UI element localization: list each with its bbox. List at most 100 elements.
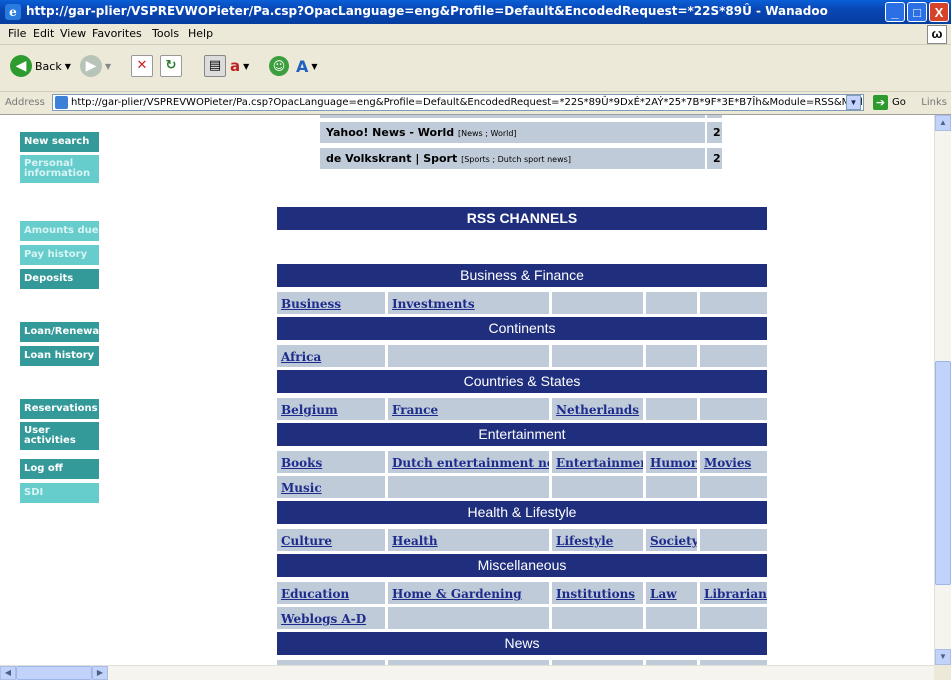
translate-button[interactable]: a ▼ <box>230 53 249 79</box>
rss-cell: Belgium <box>277 398 385 420</box>
forward-button[interactable]: ▶ ▼ <box>80 53 111 79</box>
nav-deposits[interactable]: Deposits <box>20 269 99 289</box>
nav-log-off[interactable]: Log off <box>20 459 99 479</box>
links-button[interactable]: Links <box>921 97 947 108</box>
rss-channel-link[interactable]: Librarians <box>704 587 767 601</box>
rss-cell <box>552 292 643 314</box>
back-button[interactable]: ◀ Back ▼ <box>10 53 71 79</box>
rss-cell: Culture <box>277 529 385 551</box>
feed-item[interactable]: de Volkskrant | Sport [Sports ; Dutch sp… <box>320 148 705 169</box>
rss-channel-link[interactable]: Africa <box>281 350 321 364</box>
horizontal-scroll-thumb[interactable] <box>16 666 92 680</box>
vertical-scrollbar[interactable]: ▲ ▼ <box>934 115 951 665</box>
rss-cell <box>552 476 643 498</box>
feed-item[interactable]: Yahoo! News - World [News ; World] <box>320 122 705 143</box>
vertical-scroll-thumb[interactable] <box>935 361 951 585</box>
rss-channel-link[interactable]: Health <box>392 534 438 548</box>
menu-bar: File Edit View Favorites Tools Help ω <box>0 24 951 45</box>
maximize-button[interactable]: □ <box>907 2 927 22</box>
rss-group-header: Countries & States <box>277 370 767 393</box>
rss-channel-link[interactable]: Culture <box>281 534 332 548</box>
rss-cell: Health <box>388 529 549 551</box>
rss-cell: Humor <box>646 451 697 473</box>
rss-cell: Dutch entertainment news <box>388 451 549 473</box>
ie-logo-icon: e <box>5 4 21 20</box>
scroll-right-button[interactable]: ▶ <box>92 666 108 680</box>
page-icon <box>55 96 68 109</box>
rss-channel-link[interactable]: Business <box>281 297 341 311</box>
rss-channel-link[interactable]: Belgium <box>281 403 338 417</box>
nav-loan-history[interactable]: Loan history <box>20 346 99 366</box>
rss-channel-link[interactable]: Investments <box>392 297 475 311</box>
rss-channel-link[interactable]: Dutch entertainment news <box>392 456 549 470</box>
rss-channel-link[interactable]: Institutions <box>556 587 635 601</box>
rss-channels-header: RSS CHANNELS <box>277 207 767 230</box>
feed-count: 2 <box>707 148 722 169</box>
refresh-button[interactable]: ↻ <box>160 53 182 79</box>
rss-channel-link[interactable]: Music <box>281 481 322 495</box>
address-input[interactable]: http://gar-plier/VSPREVWOPieter/Pa.csp?O… <box>52 94 864 111</box>
rss-cell <box>700 398 767 420</box>
rss-channel-link[interactable]: Education <box>281 587 349 601</box>
rss-cell: France <box>388 398 549 420</box>
menu-edit[interactable]: Edit <box>33 27 54 40</box>
print-button[interactable]: ▤ <box>204 53 226 79</box>
rss-cell: Lifestyle <box>552 529 643 551</box>
back-arrow-icon: ◀ <box>10 55 32 77</box>
nav-loan-renewal[interactable]: Loan/Renewal <box>20 322 103 342</box>
nav-personal-information[interactable]: Personal information <box>20 155 99 183</box>
menu-favorites[interactable]: Favorites <box>92 27 142 40</box>
rss-cell <box>700 476 767 498</box>
nav-personal-label-2: information <box>24 168 91 179</box>
feed-count: 2 <box>707 122 722 143</box>
stop-button[interactable]: ✕ <box>131 53 153 79</box>
messenger-button[interactable]: ☺ <box>269 53 289 79</box>
address-url: http://gar-plier/VSPREVWOPieter/Pa.csp?O… <box>71 97 864 108</box>
nav-reservations[interactable]: Reservations <box>20 399 99 419</box>
rss-group-header: Miscellaneous <box>277 554 767 577</box>
feed-row-partial <box>320 115 705 118</box>
scroll-left-button[interactable]: ◀ <box>0 666 16 680</box>
rss-channel-link[interactable]: Lifestyle <box>556 534 613 548</box>
menu-file[interactable]: File <box>8 27 26 40</box>
horizontal-scrollbar[interactable]: ◀ ▶ <box>0 665 934 680</box>
rss-cell: Entertainment <box>552 451 643 473</box>
rss-cell <box>388 345 549 367</box>
menu-help[interactable]: Help <box>188 27 213 40</box>
menu-tools[interactable]: Tools <box>152 27 179 40</box>
scroll-down-button[interactable]: ▼ <box>935 649 951 665</box>
rss-channel-link[interactable]: Books <box>281 456 322 470</box>
rss-group-header: Continents <box>277 317 767 340</box>
rss-channel-link[interactable]: Movies <box>704 456 751 470</box>
rss-channel-link[interactable]: Law <box>650 587 677 601</box>
rss-channel-link[interactable]: Netherlands <box>556 403 639 417</box>
feed-count-partial <box>707 115 722 118</box>
nav-amounts-due[interactable]: Amounts due <box>20 221 99 241</box>
scroll-up-button[interactable]: ▲ <box>935 115 951 131</box>
rss-channel-link[interactable]: Society <box>650 534 697 548</box>
rss-channel-link[interactable]: Home & Gardening <box>392 587 522 601</box>
rss-cell <box>388 607 549 629</box>
rss-channel-link[interactable]: Humor <box>650 456 697 470</box>
nav-user-activities[interactable]: User activities <box>20 422 99 450</box>
minimize-button[interactable]: _ <box>885 2 905 22</box>
address-dropdown-button[interactable]: ▼ <box>846 95 861 110</box>
rss-cell: Music <box>277 476 385 498</box>
feed-name: Yahoo! News - World <box>326 126 455 139</box>
go-button[interactable]: ➔ Go <box>873 95 906 110</box>
address-label: Address <box>5 97 45 108</box>
rss-channel-link[interactable]: Weblogs A-D <box>281 612 366 626</box>
rss-cell: Business <box>277 292 385 314</box>
rss-cell <box>646 398 697 420</box>
nav-new-search[interactable]: New search <box>20 132 99 152</box>
font-size-button[interactable]: A ▼ <box>296 53 318 79</box>
nav-pay-history[interactable]: Pay history <box>20 245 99 265</box>
nav-sdi[interactable]: SDI <box>20 483 99 503</box>
rss-channel-link[interactable]: Entertainment <box>556 456 643 470</box>
rss-channel-link[interactable]: France <box>392 403 438 417</box>
close-button[interactable]: X <box>929 2 949 22</box>
feed-name: de Volkskrant | Sport <box>326 152 458 165</box>
chevron-down-icon: ▼ <box>105 61 112 71</box>
rss-cell <box>700 529 767 551</box>
menu-view[interactable]: View <box>60 27 86 40</box>
